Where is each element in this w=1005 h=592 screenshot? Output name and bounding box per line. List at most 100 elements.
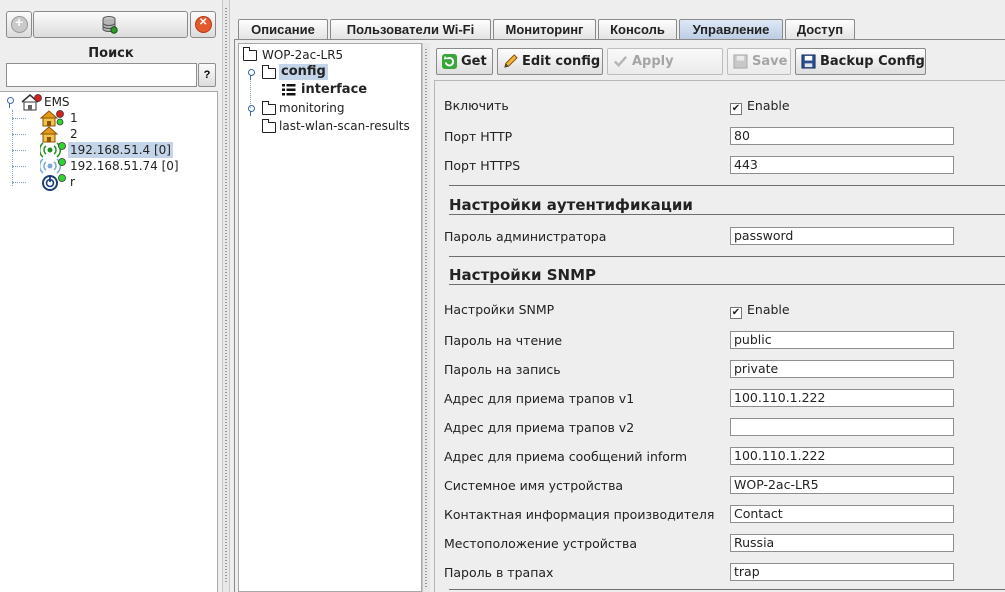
read-community-label: Пароль на чтение [444,333,563,348]
inform-address-label: Адрес для приема сообщений inform [444,449,688,464]
floppy-disk-icon [801,54,816,69]
tree-item-label: 192.168.51.74 [0] [70,159,179,173]
write-community-label: Пароль на запись [444,362,561,377]
snmp-settings-label: Настройки SNMP [444,302,555,317]
check-icon [614,56,628,67]
pencil-icon [504,54,518,68]
location-label: Местоположение устройства [444,536,638,551]
section-divider [449,214,1005,215]
section-divider [449,284,1005,285]
tab-management[interactable]: Управление [679,19,783,40]
admin-password-label: Пароль администратора [444,229,607,244]
tree-item-group-2[interactable]: 2 [0,126,120,143]
save-label: Save [752,54,788,69]
close-button[interactable] [190,11,216,38]
config-tree-interface[interactable]: interface [301,82,367,98]
auth-section-title: Настройки аутентификации [449,196,693,214]
close-icon [195,16,212,33]
admin-password-input[interactable]: password [730,227,954,245]
read-community-input[interactable]: public [730,331,954,349]
tab-description[interactable]: Описание [238,19,328,40]
left-panel: Поиск ? EMS [0,0,222,592]
section-divider [449,589,1005,590]
tree-item-label: r [70,175,75,189]
tree-item-label: EMS [44,95,70,109]
tree-item-label: 192.168.51.4 [0] [68,142,173,158]
https-port-input[interactable]: 443 [730,156,954,174]
http-port-input[interactable]: 80 [730,127,954,145]
contact-info-label: Контактная информация производителя [444,507,715,522]
http-port-label: Порт HTTP [444,129,513,144]
get-button[interactable]: Get [436,48,493,75]
trap-password-input[interactable]: trap [730,563,954,581]
tab-access[interactable]: Доступ [785,19,855,40]
section-divider [449,256,1005,257]
search-help-button[interactable]: ? [198,63,216,87]
snmp-section-title: Настройки SNMP [449,266,597,284]
folder-icon [243,47,257,61]
trap-v2-input[interactable] [730,418,954,436]
search-label: Поиск [88,46,134,61]
trap-v1-input[interactable]: 100.110.1.222 [730,389,954,407]
location-input[interactable]: Russia [730,534,954,552]
expand-handle-icon[interactable] [247,69,255,80]
trap-v1-label: Адрес для приема трапов v1 [444,391,635,406]
backup-config-label: Backup Config [820,54,925,69]
expand-handle-icon[interactable] [6,97,14,108]
tree-item-group-1[interactable]: 1 [0,110,120,127]
refresh-icon [442,54,457,69]
trap-v2-label: Адрес для приема трапов v2 [444,420,635,435]
enable-checkbox[interactable]: ✔ Enable [730,98,790,115]
tree-connector [250,76,251,108]
tab-monitoring[interactable]: Мониторинг [493,19,596,40]
snmp-enable-checkbox[interactable]: ✔ Enable [730,302,790,319]
checkbox-checked-icon: ✔ [730,307,742,319]
save-button[interactable]: Save [727,48,791,75]
config-tree-root[interactable]: WOP-2ac-LR5 [262,47,343,63]
config-tree-config[interactable]: config [279,64,328,80]
apply-config-button[interactable]: Apply config [607,48,723,94]
add-icon [11,14,28,33]
config-tree: WOP-2ac-LR5 config interface monitoring … [238,43,422,592]
database-connect-button[interactable] [33,11,188,38]
section-divider [449,185,1005,186]
trap-password-label: Пароль в трапах [444,565,554,580]
expand-handle-icon[interactable] [247,105,255,116]
tab-console[interactable]: Консоль [598,19,677,40]
folder-icon [262,119,276,133]
database-icon [102,16,118,34]
power-device-icon [42,174,66,191]
get-label: Get [461,54,487,69]
folder-icon [262,101,276,115]
folder-icon [262,65,276,79]
config-tree-monitoring[interactable]: monitoring [279,100,345,116]
edit-config-label: Edit config [522,54,601,69]
system-name-label: Системное имя устройства [444,478,624,493]
backup-config-button[interactable]: Backup Config [795,48,926,75]
edit-config-button[interactable]: Edit config [497,48,603,75]
tree-item-label: 2 [70,127,78,141]
https-port-label: Порт HTTPS [444,158,521,173]
tree-item-device-51-4[interactable]: 192.168.51.4 [0] [0,142,190,158]
enable-label: Включить [444,98,509,113]
add-button[interactable] [6,11,32,38]
system-name-input[interactable]: WOP-2ac-LR5 [730,476,954,494]
floppy-disk-icon [733,54,748,69]
tree-item-device-51-74[interactable]: 192.168.51.74 [0] [0,158,190,174]
config-tree-last-scan[interactable]: last-wlan-scan-results [279,118,410,134]
tree-item-r[interactable]: r [0,174,120,191]
inform-address-input[interactable]: 100.110.1.222 [730,447,954,465]
splitter[interactable] [222,0,230,592]
write-community-input[interactable]: private [730,360,954,378]
contact-info-input[interactable]: Contact [730,505,954,523]
splitter[interactable] [422,43,430,592]
tree-item-ems[interactable]: EMS [0,94,120,111]
config-form: Включить ✔ Enable Порт HTTP 80 Порт HTTPS… [434,80,1005,592]
list-icon [282,84,296,96]
home-network-icon [21,94,42,111]
search-input[interactable] [6,63,197,87]
right-panel: Описание Пользователи Wi-Fi Мониторинг К… [230,0,1005,592]
tab-wifi-users[interactable]: Пользователи Wi-Fi [330,19,491,40]
checkbox-checked-icon: ✔ [730,103,742,115]
device-tree: EMS 1 2 192.168.51.4 [0] 192.168.51.74 [… [0,91,218,592]
